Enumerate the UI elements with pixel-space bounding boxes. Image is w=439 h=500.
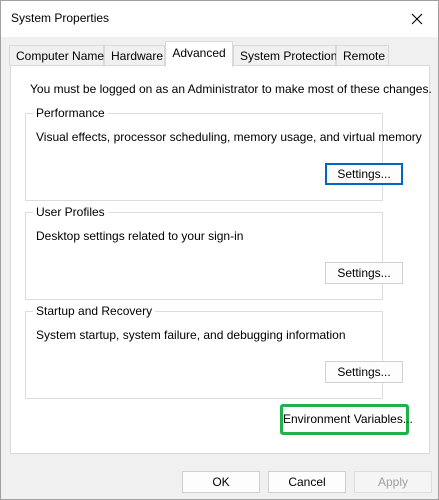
tab-remote[interactable]: Remote (336, 45, 389, 65)
window-title: System Properties (11, 11, 110, 25)
environment-variables-button[interactable]: Environment Variables... (280, 404, 413, 435)
user-profiles-legend: User Profiles (33, 205, 108, 219)
tab-label: Advanced (172, 46, 226, 60)
user-profiles-settings-button[interactable]: Settings... (325, 262, 403, 284)
ok-button[interactable]: OK (182, 471, 260, 493)
tab-label: Hardware (111, 49, 164, 63)
tab-label: Remote (343, 49, 386, 63)
advanced-tab-panel: You must be logged on as an Administrato… (10, 65, 432, 454)
startup-recovery-settings-button[interactable]: Settings... (325, 361, 403, 383)
cancel-button[interactable]: Cancel (268, 471, 346, 493)
performance-description: Visual effects, processor scheduling, me… (36, 130, 422, 144)
tab-hardware[interactable]: Hardware (104, 45, 165, 65)
tab-advanced[interactable]: Advanced (165, 41, 233, 67)
close-icon (411, 13, 423, 25)
performance-settings-button[interactable]: Settings... (325, 163, 403, 185)
tab-label: System Protection (240, 49, 338, 63)
tab-label: Computer Name (16, 49, 105, 63)
admin-note: You must be logged on as an Administrato… (30, 82, 432, 96)
tab-system-protection[interactable]: System Protection (233, 45, 338, 65)
startup-recovery-group: Startup and Recovery System startup, sys… (25, 304, 403, 399)
tab-computer-name[interactable]: Computer Name (9, 45, 104, 65)
user-profiles-description: Desktop settings related to your sign-in (36, 229, 244, 243)
system-properties-dialog: System Properties Computer Name Hardware… (0, 0, 439, 500)
title-bar: System Properties (1, 1, 438, 37)
performance-legend: Performance (33, 106, 108, 120)
user-profiles-group: User Profiles Desktop settings related t… (25, 205, 403, 300)
apply-button[interactable]: Apply (354, 471, 432, 493)
startup-recovery-legend: Startup and Recovery (33, 304, 156, 318)
close-button[interactable] (396, 1, 438, 37)
startup-recovery-description: System startup, system failure, and debu… (36, 328, 346, 342)
performance-group: Performance Visual effects, processor sc… (25, 106, 422, 201)
